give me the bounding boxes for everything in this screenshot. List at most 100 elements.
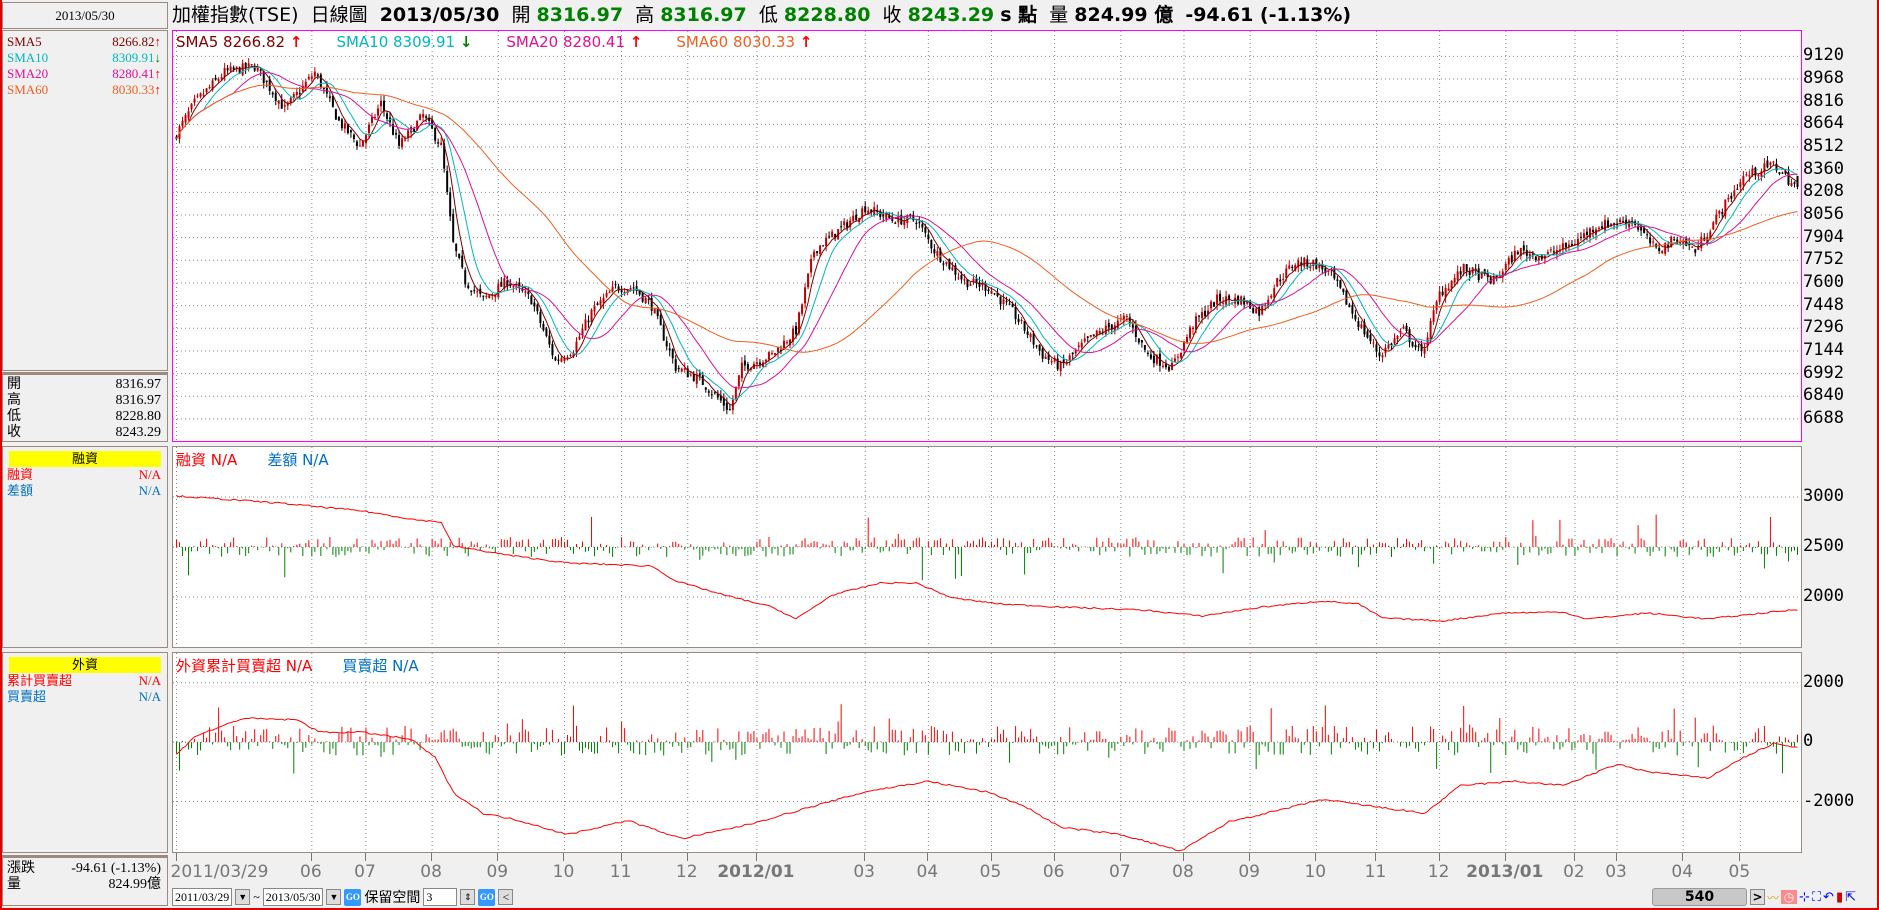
candle-body <box>1402 326 1405 329</box>
x-tick-label: 09 <box>486 862 509 882</box>
sma-value: 8030.33↑ <box>112 82 161 97</box>
candle-body <box>196 95 199 97</box>
x-tick-label: 2013/01 <box>1466 862 1544 882</box>
candle-body <box>500 281 503 287</box>
candle-body <box>1712 222 1715 230</box>
sma-name: SMA10 <box>7 50 49 65</box>
candle-body <box>256 67 259 71</box>
foreign-chart[interactable] <box>173 653 1801 852</box>
zoom-out-icon[interactable]: ⛶ <box>1812 890 1821 905</box>
candle-body <box>1736 188 1739 190</box>
candle-body <box>1107 323 1110 328</box>
x-tick <box>990 853 992 861</box>
high-label: 高 <box>635 4 655 26</box>
candle-body <box>1417 346 1420 348</box>
price-axis-tick: 7600 <box>1803 271 1844 292</box>
candle-body <box>1360 324 1363 328</box>
visible-days[interactable]: 540 <box>1685 889 1714 905</box>
start-date-input[interactable]: 2011/03/29 <box>172 888 233 906</box>
sma-name: SMA20 <box>7 66 49 81</box>
x-tick-label: 04 <box>916 862 939 882</box>
candle-body <box>1733 190 1736 197</box>
candle-body <box>488 295 491 299</box>
candle-body <box>226 67 229 71</box>
candle-body <box>1023 321 1026 331</box>
price-axis-tick: 7904 <box>1803 226 1844 247</box>
end-date-input[interactable]: 2013/05/30 <box>262 888 324 906</box>
cum-net-legend-item: 外資累計買賣超 N/A <box>176 657 313 675</box>
candle-body <box>1198 315 1201 317</box>
foreign-panel[interactable] <box>172 652 1802 853</box>
candle-body <box>476 291 479 293</box>
reserve-spinner[interactable]: ⇕ <box>460 889 476 905</box>
undo-icon[interactable]: ↶ <box>1823 890 1834 905</box>
x-tick-label: 06 <box>300 862 322 882</box>
candle-body <box>1387 344 1390 349</box>
visible-days-scroll-thumb[interactable]: 540 <box>1652 888 1747 906</box>
indicator-icon[interactable]: ▮ <box>1836 890 1843 905</box>
candle-body <box>1552 251 1555 253</box>
arrow-up-icon: ↑ <box>629 33 643 51</box>
volume-label: 量 <box>7 877 21 892</box>
candle-body <box>1646 234 1649 236</box>
end-date-dropdown[interactable]: ▼ <box>326 889 342 905</box>
candle-body <box>1772 161 1775 163</box>
candle-body <box>1020 319 1023 321</box>
candle-body <box>1216 294 1219 305</box>
candle-body <box>1679 242 1682 244</box>
scroll-left-button[interactable]: < <box>498 889 514 905</box>
x-tick-label: 03 <box>853 862 876 882</box>
reserve-input[interactable]: 3 <box>423 888 458 906</box>
candle-body <box>383 100 386 111</box>
candle-body <box>458 253 461 258</box>
ohlc-panel: 開 8316.97 高 8316.97 低 8228.80 收 8243.29 <box>2 372 168 442</box>
candle-body <box>322 88 325 90</box>
x-tick <box>1182 853 1184 861</box>
candle-body <box>801 304 804 314</box>
zoom-in-icon[interactable]: ⊹ <box>1799 890 1810 905</box>
x-tick-label: 06 <box>1042 862 1065 882</box>
line-chart-icon[interactable]: 〰 <box>1767 889 1779 906</box>
candle-body <box>1604 219 1607 231</box>
price-panel[interactable] <box>172 30 1802 442</box>
x-tick-label: 08 <box>420 862 442 882</box>
candle-body <box>1017 318 1020 322</box>
candle-body <box>1601 226 1604 229</box>
candle-body <box>1336 279 1339 281</box>
candle-body <box>746 363 749 370</box>
price-axis-tick: 7448 <box>1803 294 1844 315</box>
candle-body <box>825 237 828 247</box>
candle-body <box>593 306 596 312</box>
candle-body <box>1339 280 1342 288</box>
margin-chart[interactable] <box>173 447 1801 647</box>
margin-panel[interactable] <box>172 446 1802 648</box>
candle-body <box>241 63 244 76</box>
x-tick-label: 2012/01 <box>717 862 795 882</box>
sma-value: 8309.91↓ <box>112 50 161 65</box>
candle-body <box>927 234 930 240</box>
go-button[interactable]: GO <box>344 888 362 906</box>
candle-body <box>181 120 184 127</box>
candle-body <box>364 134 367 144</box>
export-icon[interactable]: ⇱ <box>1845 890 1856 905</box>
candle-body <box>1378 352 1381 357</box>
arrow-up-icon: ↑ <box>799 33 813 51</box>
candle-body <box>316 74 319 76</box>
net-value: N/A <box>138 689 161 704</box>
candle-body <box>990 290 993 294</box>
scroll-right-button[interactable]: > <box>1750 889 1765 905</box>
candle-body <box>942 263 945 265</box>
price-axis-tick: 7752 <box>1803 249 1844 270</box>
candle-body <box>548 335 551 345</box>
candle-body <box>470 290 473 292</box>
clock-icon[interactable]: ◷ <box>1781 890 1798 904</box>
go-button-2[interactable]: GO <box>478 888 496 906</box>
start-date-dropdown[interactable]: ▼ <box>235 889 251 905</box>
candle-body <box>767 352 770 360</box>
x-tick-label: 10 <box>1304 862 1327 882</box>
candle-body <box>407 130 410 138</box>
candle-body <box>1167 366 1170 371</box>
candle-body <box>1640 226 1643 231</box>
candle-body <box>1658 247 1661 251</box>
price-chart[interactable] <box>173 31 1801 441</box>
